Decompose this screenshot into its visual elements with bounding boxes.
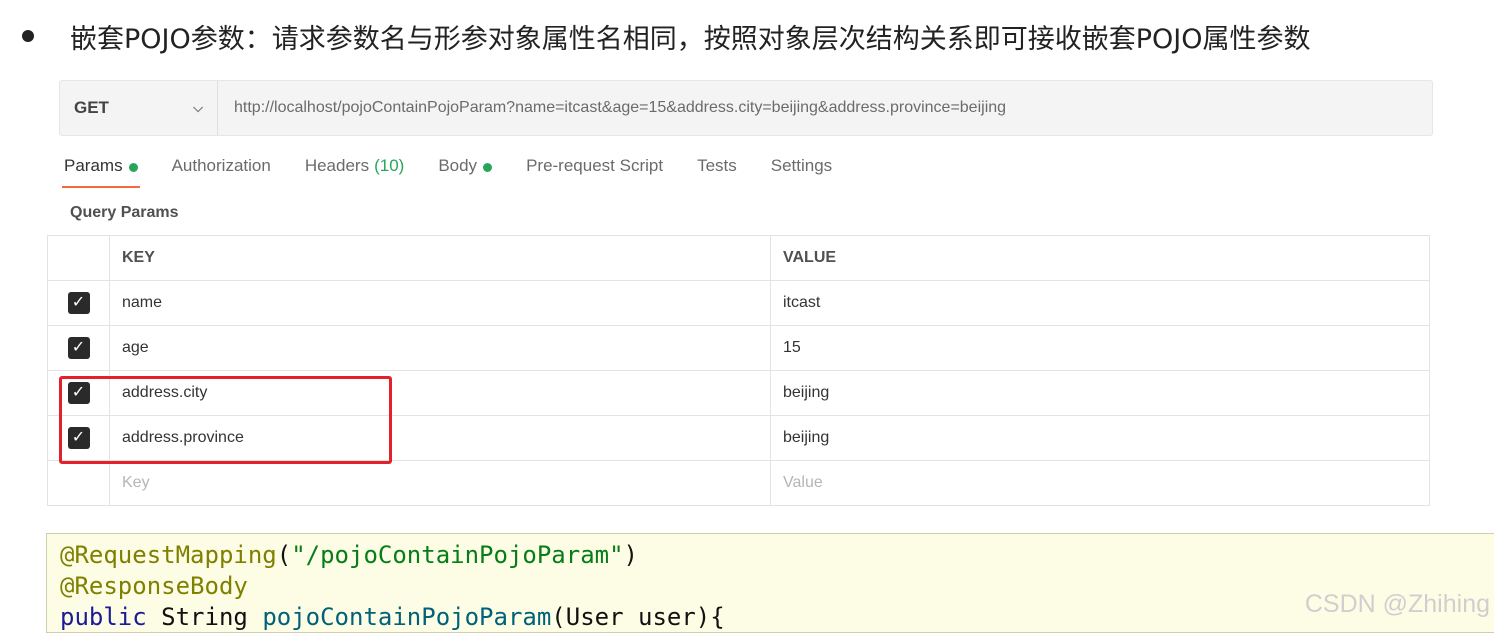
- tab-authorization[interactable]: Authorization: [172, 156, 271, 190]
- query-params-table: KEY VALUE ✓ name itcast ✓ age 15 ✓ addre…: [47, 235, 1430, 506]
- tab-headers-label: Headers: [304, 156, 370, 175]
- bullet-dot-icon: [22, 30, 34, 42]
- code-line-1: @RequestMapping("/pojoContainPojoParam"): [60, 540, 1494, 571]
- table-row: ✓ address.province beijing: [47, 415, 1430, 461]
- tab-body-label: Body: [438, 156, 478, 175]
- table-header-row: KEY VALUE: [47, 235, 1430, 281]
- code-string: "/pojoContainPojoParam": [291, 541, 624, 569]
- code-line-3: public String pojoContainPojoParam(User …: [60, 602, 1494, 633]
- code-paren-close: ): [623, 541, 638, 569]
- tab-settings[interactable]: Settings: [771, 156, 832, 190]
- code-params: (User user){: [551, 603, 725, 631]
- tab-pre-request-script[interactable]: Pre-request Script: [526, 156, 663, 190]
- params-indicator-icon: [128, 163, 138, 172]
- watermark: CSDN @Zhihing: [1304, 590, 1490, 618]
- code-keyword: public: [60, 603, 147, 631]
- tab-params[interactable]: Params: [62, 156, 140, 190]
- header-checkbox-cell: [47, 235, 110, 281]
- chevron-down-icon: ⌵: [193, 100, 203, 115]
- method-label: GET: [74, 98, 109, 117]
- code-paren-open: (: [276, 541, 292, 569]
- bullet-point: 嵌套POJO参数：请求参数名与形参对象属性名相同，按照对象层次结构关系即可接收嵌…: [22, 14, 1311, 58]
- param-value[interactable]: beijing: [783, 384, 829, 401]
- code-type: String: [161, 603, 248, 631]
- tab-body[interactable]: Body: [438, 156, 493, 190]
- checkbox-checked-icon[interactable]: ✓: [67, 382, 90, 404]
- body-indicator-icon: [483, 163, 493, 172]
- checkbox-checked-icon[interactable]: ✓: [67, 337, 90, 359]
- code-annotation: @RequestMapping: [60, 541, 277, 569]
- table-row: ✓ name itcast: [47, 280, 1430, 326]
- param-key[interactable]: address.province: [122, 429, 244, 446]
- code-annotation: @ResponseBody: [60, 572, 248, 600]
- tab-params-label: Params: [64, 156, 123, 175]
- param-value[interactable]: beijing: [783, 429, 829, 446]
- tab-headers[interactable]: Headers (10): [305, 156, 405, 190]
- header-key: KEY: [109, 235, 771, 281]
- request-bar: GET ⌵ http://localhost/pojoContainPojoPa…: [59, 80, 1433, 136]
- param-value[interactable]: itcast: [783, 294, 820, 311]
- query-params-title: Query Params: [70, 204, 179, 221]
- table-row: ✓ address.city beijing: [47, 370, 1430, 416]
- code-snippet: @RequestMapping("/pojoContainPojoParam")…: [46, 533, 1494, 633]
- key-placeholder[interactable]: Key: [122, 474, 150, 491]
- tab-pre-request-script-label: Pre-request Script: [526, 156, 664, 175]
- checkbox-checked-icon[interactable]: ✓: [67, 427, 90, 449]
- postman-panel: GET ⌵ http://localhost/pojoContainPojoPa…: [47, 68, 1433, 509]
- tab-tests-label: Tests: [697, 156, 737, 175]
- request-tabs: Params Authorization Headers (10) Body P…: [62, 156, 866, 190]
- header-value: VALUE: [770, 235, 1430, 281]
- bullet-text: 嵌套POJO参数：请求参数名与形参对象属性名相同，按照对象层次结构关系即可接收嵌…: [70, 23, 1311, 55]
- code-line-2: @ResponseBody: [60, 571, 1494, 602]
- code-method-name: pojoContainPojoParam: [262, 603, 552, 631]
- param-value[interactable]: 15: [783, 339, 801, 356]
- method-select[interactable]: GET ⌵: [60, 81, 218, 135]
- table-row: ✓ age 15: [47, 325, 1430, 371]
- value-placeholder[interactable]: Value: [783, 474, 823, 491]
- param-key[interactable]: name: [122, 294, 162, 311]
- tab-authorization-label: Authorization: [171, 156, 271, 175]
- url-input[interactable]: http://localhost/pojoContainPojoParam?na…: [218, 81, 1006, 135]
- tab-settings-label: Settings: [770, 156, 833, 175]
- param-key[interactable]: address.city: [122, 384, 207, 401]
- headers-count: (10): [374, 156, 405, 175]
- table-row-new: Key Value: [47, 460, 1430, 506]
- empty-checkbox-cell: [47, 460, 110, 506]
- checkbox-checked-icon[interactable]: ✓: [67, 292, 90, 314]
- param-key[interactable]: age: [122, 339, 149, 356]
- tab-tests[interactable]: Tests: [697, 156, 737, 190]
